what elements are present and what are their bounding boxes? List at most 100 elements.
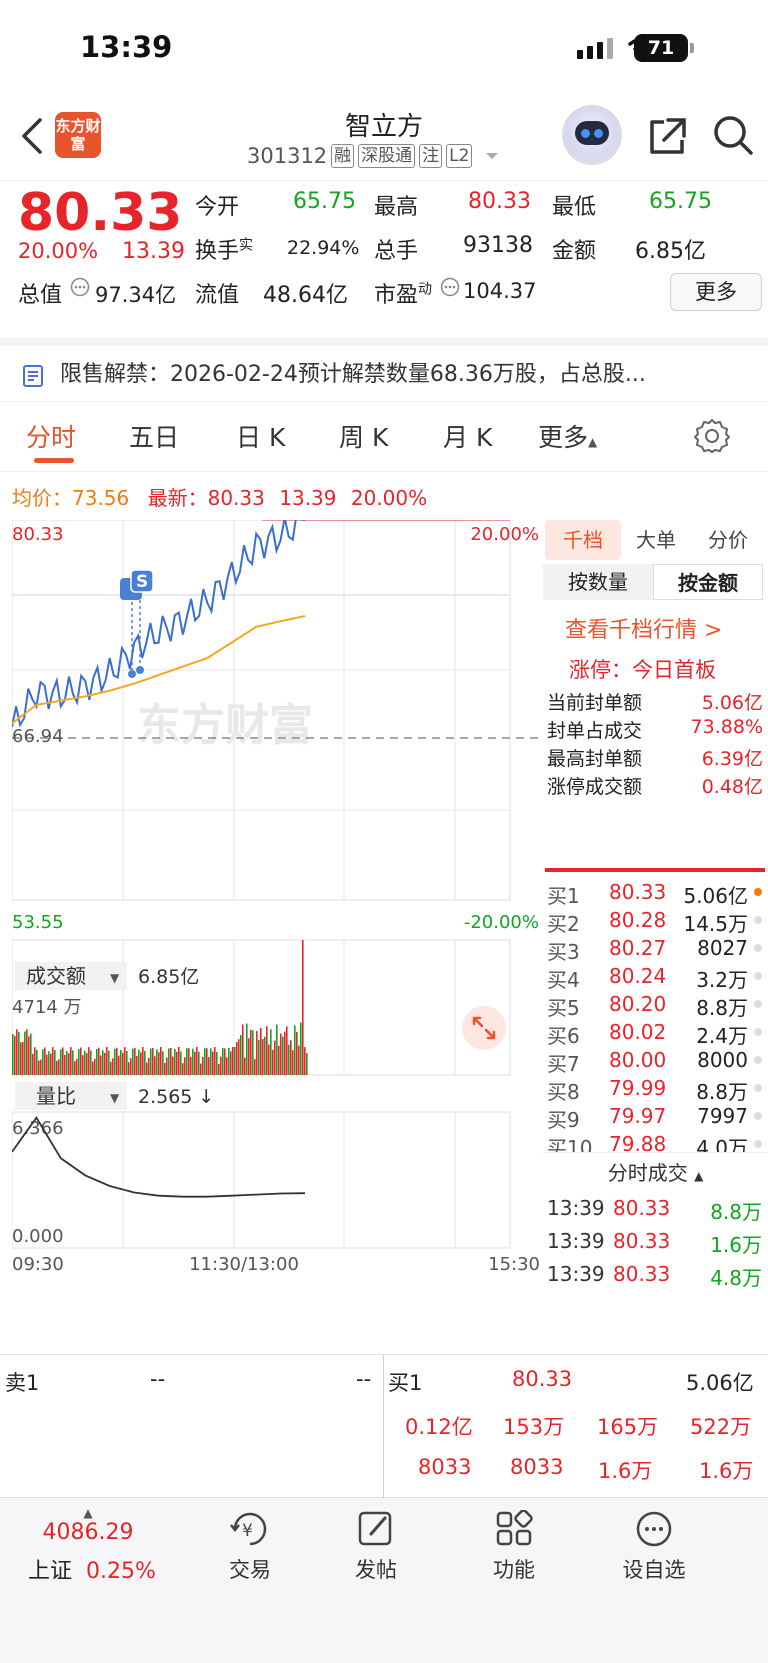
volume-bar (172, 1056, 174, 1075)
tab-daily-k[interactable]: 日 K (236, 418, 285, 454)
bid-row[interactable]: 买7 80.00 8000 (543, 1048, 768, 1077)
bid-price: 80.00 (609, 1048, 667, 1072)
unlock-notice[interactable]: 限售解禁：2026-02-24预计解禁数量68.36万股，占总股... (0, 338, 768, 402)
bid-row[interactable]: 买9 79.97 7997 (543, 1104, 768, 1133)
nav-post[interactable]: 发帖 (326, 1510, 426, 1584)
bid-label: 买8 (547, 1080, 580, 1104)
limit-stat-row: 涨停成交额 0.48亿 (547, 772, 767, 799)
bid-dot (754, 1028, 762, 1036)
expand-icon[interactable] (462, 1006, 506, 1050)
volume-bar (232, 1047, 234, 1075)
tab-more[interactable]: 更多▲ (538, 418, 597, 454)
event-marker[interactable]: S (120, 569, 154, 678)
volume-bar (202, 1056, 204, 1075)
toggle-by-amount[interactable]: 按金额 (653, 564, 763, 600)
volume-bar (234, 1046, 236, 1075)
tick-vol: 8.8万 (710, 1200, 762, 1224)
volume-bar (66, 1050, 68, 1075)
bid-row[interactable]: 买3 80.27 8027 (543, 936, 768, 965)
y-top-label: 80.33 (12, 524, 64, 545)
index-value: 4086.29 (42, 1520, 134, 1545)
bid-vol: 8.8万 (696, 996, 748, 1020)
settings-icon[interactable] (694, 417, 730, 453)
mktcap-label: 总值 (18, 283, 63, 308)
low-label: 最低 (552, 195, 597, 220)
toggle-by-quantity[interactable]: 按数量 (543, 564, 653, 600)
info-dots-icon[interactable] (440, 277, 460, 297)
volume-bar (284, 1031, 286, 1075)
tab-weekly-k[interactable]: 周 K (339, 418, 388, 454)
nav-functions[interactable]: 功能 (464, 1510, 564, 1584)
pct-bottom-label: -20.00% (464, 912, 539, 933)
volume-bar (152, 1047, 154, 1075)
volume-bar (52, 1047, 54, 1075)
tab-large-orders[interactable]: 大单 (618, 520, 694, 560)
book-r3c2: 8033 (510, 1455, 564, 1479)
caret-down-icon (486, 153, 499, 159)
quote-panel: 80.33 20.00% 13.39 今开 65.75 最高 80.33 最低 … (0, 180, 768, 338)
volume-bar (144, 1051, 146, 1075)
ticks-title[interactable]: 分时成交 ▲ (543, 1152, 768, 1192)
bid-row[interactable]: 买4 80.24 3.2万 (543, 964, 768, 993)
more-button[interactable]: 更多 (670, 273, 762, 311)
tab-five-day[interactable]: 五日 (129, 418, 179, 454)
volume-bar (218, 1063, 220, 1075)
buy1-vol: 5.06亿 (686, 1371, 754, 1395)
stat-value: 5.06亿 (701, 692, 763, 714)
info-dots-icon[interactable] (70, 277, 90, 297)
volume-bar (82, 1055, 84, 1075)
document-icon (23, 365, 43, 387)
volume-bar (258, 1039, 260, 1075)
intraday-chart[interactable]: 东方财富 S 80.33 66.94 53.55 20.00% -20.00% … (11, 508, 542, 1326)
stock-code-row[interactable]: 301312 融 深股通 注 L2 (247, 144, 500, 168)
nav-trade[interactable]: ¥ 交易 (200, 1510, 300, 1584)
limit-separator (545, 868, 765, 872)
volume-bar (278, 1045, 280, 1075)
amount-selector[interactable]: 成交额 (26, 964, 86, 988)
volume-bar (236, 1042, 238, 1075)
tab-depth[interactable]: 千档 (545, 520, 621, 560)
search-icon[interactable] (712, 114, 754, 156)
volume-bar (86, 1053, 88, 1075)
volume-bar (64, 1054, 66, 1075)
volume-bar (196, 1047, 198, 1075)
view-depth-link[interactable]: 查看千档行情 > (565, 612, 722, 644)
index-ticker[interactable]: ▲ 4086.29 上证 0.25% (28, 1506, 156, 1585)
volume-bar (40, 1059, 42, 1075)
volume-bar (302, 940, 304, 1075)
volume-bar (168, 1048, 170, 1075)
volume-bar (304, 1047, 306, 1075)
share-icon[interactable] (646, 116, 688, 158)
y-bottom-label: 53.55 (12, 912, 64, 933)
bid-row[interactable]: 买8 79.99 8.8万 (543, 1076, 768, 1105)
bid-vol: 8000 (697, 1048, 748, 1072)
ratio-selector[interactable]: 量比 (36, 1084, 76, 1108)
bid-label: 买5 (547, 996, 580, 1020)
book-r2c4: 522万 (690, 1415, 752, 1439)
tag-registered: 注 (419, 144, 443, 168)
bid-row[interactable]: 买6 80.02 2.4万 (543, 1020, 768, 1049)
volume-bar (34, 1047, 36, 1075)
tab-intraday[interactable]: 分时 (26, 418, 76, 454)
volume-bar (256, 1031, 258, 1075)
tab-price-distribution[interactable]: 分价 (690, 520, 766, 560)
svg-text:S: S (136, 572, 148, 592)
bid-row[interactable]: 买2 80.28 14.5万 (543, 908, 768, 937)
bid-row[interactable]: 买5 80.20 8.8万 (543, 992, 768, 1021)
volume-bar (146, 1062, 148, 1075)
volume-bar (96, 1048, 98, 1075)
tab-monthly-k[interactable]: 月 K (443, 418, 492, 454)
volume-bar (296, 1031, 298, 1075)
volume-bar (298, 1045, 300, 1075)
volume-bar (14, 1036, 16, 1075)
assistant-avatar[interactable] (562, 105, 622, 165)
volume-bar (238, 1039, 240, 1075)
volume-bar (76, 1059, 78, 1075)
bid-row[interactable]: 买1 80.33 5.06亿 (543, 880, 768, 909)
book-r2c2: 153万 (503, 1415, 565, 1439)
buy1-price: 80.33 (512, 1367, 573, 1391)
nav-watchlist-settings[interactable]: 设自选 (604, 1510, 704, 1584)
volume-label: 总手 (374, 239, 419, 264)
bid-price: 80.24 (609, 964, 667, 988)
bid-dot (754, 972, 762, 980)
